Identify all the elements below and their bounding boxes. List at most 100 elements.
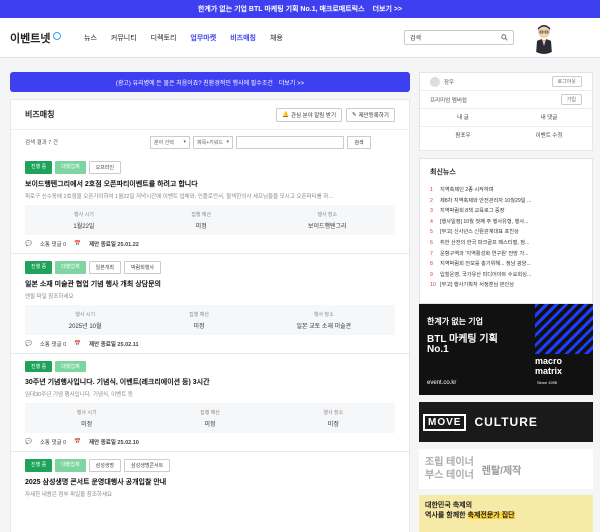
item-tags: 진행 중 대행업체 (25, 361, 395, 372)
news-item[interactable]: 6 취한 산전의 한국 파크골프 페스티벌, 정... (430, 238, 582, 249)
news-rank: 10 (430, 282, 436, 289)
list-item[interactable]: 진행 중 대행업체 삼성생명 삼성생명콘서트 2025 삼성생명 콘서트 운영대… (11, 452, 409, 498)
write-proposal-label: 제안등록하기 (358, 112, 389, 119)
nav-jobs[interactable]: 채용 (270, 33, 283, 43)
field-select[interactable]: 분야 선택 ▾ (150, 135, 190, 149)
ad-culture-text: CULTURE (474, 415, 538, 429)
board-link[interactable]: 팜포우 (420, 127, 506, 145)
news-item[interactable]: 1 지역축제인 2종 시작하며 (430, 185, 582, 196)
news-rank: 8 (430, 261, 433, 268)
join-button[interactable]: 가입 (560, 94, 582, 105)
ad-booth-text: 조립 테이너 부스 테이너 (425, 456, 474, 482)
ad-festival-line2: 역사를 함께한 축제전문가 집단 (425, 511, 587, 521)
info-value: 미정 (327, 421, 339, 428)
item-footer: 💬 소통 댓글 0 📅 제안 종료일 25.02.11 (25, 335, 395, 353)
my-posts-link[interactable]: 내 글 (420, 109, 506, 126)
news-item[interactable]: 3 지역박람회 8책 교육로그 중장 (430, 206, 582, 217)
type-select[interactable]: 제목+키워드 ▾ (193, 135, 233, 149)
ad-booth-line: 부스 테이너 (425, 470, 474, 481)
my-comments-link[interactable]: 내 댓글 (506, 109, 592, 126)
ad-move-logo: MOVE (423, 413, 467, 431)
logout-button[interactable]: 로그아웃 (551, 76, 582, 87)
item-title[interactable]: 2025 삼성생명 콘서트 운영대행사 공개입찰 안내 (25, 477, 395, 487)
list-item[interactable]: 진행 중 대행업체 30주년 기념행사입니다. 기념식, 이벤트(레크리에이션 … (11, 354, 409, 452)
info-place: 행사 장소 미정 (323, 409, 343, 428)
nav-directory[interactable]: 디렉토리 (151, 33, 177, 43)
news-rank: 9 (430, 271, 433, 278)
latest-news: 최신뉴스 1 지역축제인 2종 시작하며 2 제8차 지역축제와 안전관리자 10월… (419, 158, 593, 304)
top-promo-more-link[interactable]: 더보기 >> (373, 4, 402, 14)
news-item[interactable]: 4 [행사일정] 10월 첫째 주 행사유형, 행사... (430, 217, 582, 228)
write-proposal-button[interactable]: ✎ 제안등록하기 (346, 107, 395, 122)
ad-stripe-decoration (535, 304, 593, 354)
info-label: 집행 예산 (191, 211, 212, 218)
info-value: 일본 교토 소재 미술관 (296, 323, 352, 330)
ad-move-culture[interactable]: MOVE CULTURE (419, 402, 593, 442)
ad-macromatrix[interactable]: 한계가 없는 기업 BTL 마케팅 기획 No.1 event.co.kr ma… (419, 304, 593, 395)
ad-festival[interactable]: 대한민국 축제의 역사를 함께한 축제전문가 집단 (419, 495, 593, 532)
keyword-tag[interactable]: 삼성생명콘서트 (124, 459, 171, 472)
news-item[interactable]: 7 운항구역과 '지역활성화 연구원' 전망 가... (430, 249, 582, 260)
keyword-tag[interactable]: 삼성생명 (88, 459, 122, 472)
keyword-tag[interactable]: 박람회행사 (124, 261, 162, 274)
nav-community[interactable]: 커뮤니티 (111, 33, 137, 43)
info-budget: 집행 예산미정 (191, 211, 211, 230)
nav-bizmatching[interactable]: 비즈매칭 (230, 33, 256, 43)
list-item[interactable]: 진행 중 대행업체 오프라인 보이드행텐그리에서 2호점 오픈파티이벤트를 하려… (11, 154, 409, 254)
event-edit-link[interactable]: 이벤트 수정 (506, 127, 592, 145)
item-title[interactable]: 일본 소재 미술관 협업 기념 행사 개최 상담문의 (25, 279, 395, 289)
search-icon[interactable] (501, 34, 508, 41)
news-rank: 1 (430, 187, 433, 193)
info-place: 행사 장소 일본 교토 소재 미술관 (297, 311, 352, 330)
item-footer: 💬 소통 댓글 0 📅 제안 종료일 25.02.10 (25, 433, 395, 451)
info-value: 미정 (193, 323, 205, 330)
info-label: 집행 예산 (200, 409, 220, 416)
info-value: 미정 (195, 223, 207, 230)
list-item[interactable]: 진행 중 대행업체 일본개최 박람회행사 일본 소재 미술관 협업 기념 행사 … (11, 254, 409, 354)
item-desc: 자세한 내용은 첨부 파일을 참조하세요 (25, 492, 113, 498)
ad-festival-highlight: 축제전문가 집단 (467, 512, 515, 519)
news-rank: 5 (430, 229, 433, 236)
nav-news[interactable]: 뉴스 (84, 33, 97, 43)
news-rank: 7 (430, 250, 433, 257)
info-value: 미정 (204, 421, 216, 428)
info-value: 1월22일 (73, 223, 95, 230)
item-tags: 진행 중 대행업체 오프라인 (25, 161, 395, 174)
info-label: 행사 장소 (317, 211, 338, 218)
interest-alert-button[interactable]: 🔔 관심 분야 알림 받기 (276, 107, 343, 122)
item-title[interactable]: 30주년 기념행사입니다. 기념식, 이벤트(레크리에이션 등) 3시간 (25, 377, 395, 387)
membership-label: 프리미엄 멤버쉽 (430, 97, 467, 104)
news-item[interactable]: 10 [부고] 행사기획자 서정훈님 본인상 (430, 280, 582, 291)
info-budget: 집행 예산미정 (200, 409, 220, 428)
top-promo-text: 한계가 없는 기업 BTL 마케팅 기획 No.1, 매크로매트릭스 (197, 6, 365, 13)
news-item[interactable]: 2 제8차 지역축제와 안전관리자 10월29일 ... (430, 196, 582, 207)
comment-count: 소통 댓글 0 (39, 342, 67, 348)
deadline: 제안 종료일 25.02.10 (89, 440, 139, 446)
profile-row: 장우 로그아웃 (420, 73, 592, 91)
nav-market[interactable]: 업무마켓 (190, 33, 216, 43)
keyword-tag[interactable]: 일본개최 (88, 261, 122, 274)
news-item[interactable]: 8 지역박람회 전모를 총기위해... 정남 광양... (430, 259, 582, 270)
pencil-icon: ✎ (352, 111, 357, 118)
filter-search-button[interactable]: 검색 (347, 135, 371, 149)
news-item[interactable]: 9 입힐운영, 국가유산 미디어아트 수요회싱... (430, 270, 582, 281)
ad-booth-rental[interactable]: 조립 테이너 부스 테이너 렌탈/제작 (419, 449, 593, 489)
keyword-tag[interactable]: 오프라인 (88, 161, 122, 174)
category-badge: 대행업체 (55, 261, 86, 274)
news-rank: 2 (430, 197, 433, 204)
header-search-input[interactable]: 검색 (404, 30, 514, 45)
top-promo-bar[interactable]: 한계가 없는 기업 BTL 마케팅 기획 No.1, 매크로매트릭스 더보기 >… (0, 0, 600, 18)
profile-name: 장우 (444, 79, 455, 86)
ad-text: BTL 마케팅 기획 (427, 334, 498, 345)
ad-banner[interactable]: (광고) 유리병에 든 물은 처음이죠? 친환경적인 행사에 필수조건 더보기 … (10, 72, 410, 92)
news-text: 제8차 지역축제와 안전관리자 10월29일 ... (440, 197, 532, 204)
ad-banner-more[interactable]: 더보기 >> (279, 78, 304, 87)
comment-icon: 💬 (25, 439, 32, 445)
site-logo[interactable]: 이벤트넷 (10, 30, 80, 46)
news-item[interactable]: 5 [부고] 신사년스 신원관계대표 포친상 (430, 227, 582, 238)
keyword-input[interactable] (236, 135, 344, 149)
item-tags: 진행 중 대행업체 삼성생명 삼성생명콘서트 (25, 459, 395, 472)
item-title[interactable]: 보이드행텐그리에서 2호점 오픈파티이벤트를 하려고 합니다 (25, 179, 395, 189)
mascot-avatar[interactable] (528, 22, 560, 54)
category-badge: 대행업체 (55, 459, 86, 472)
